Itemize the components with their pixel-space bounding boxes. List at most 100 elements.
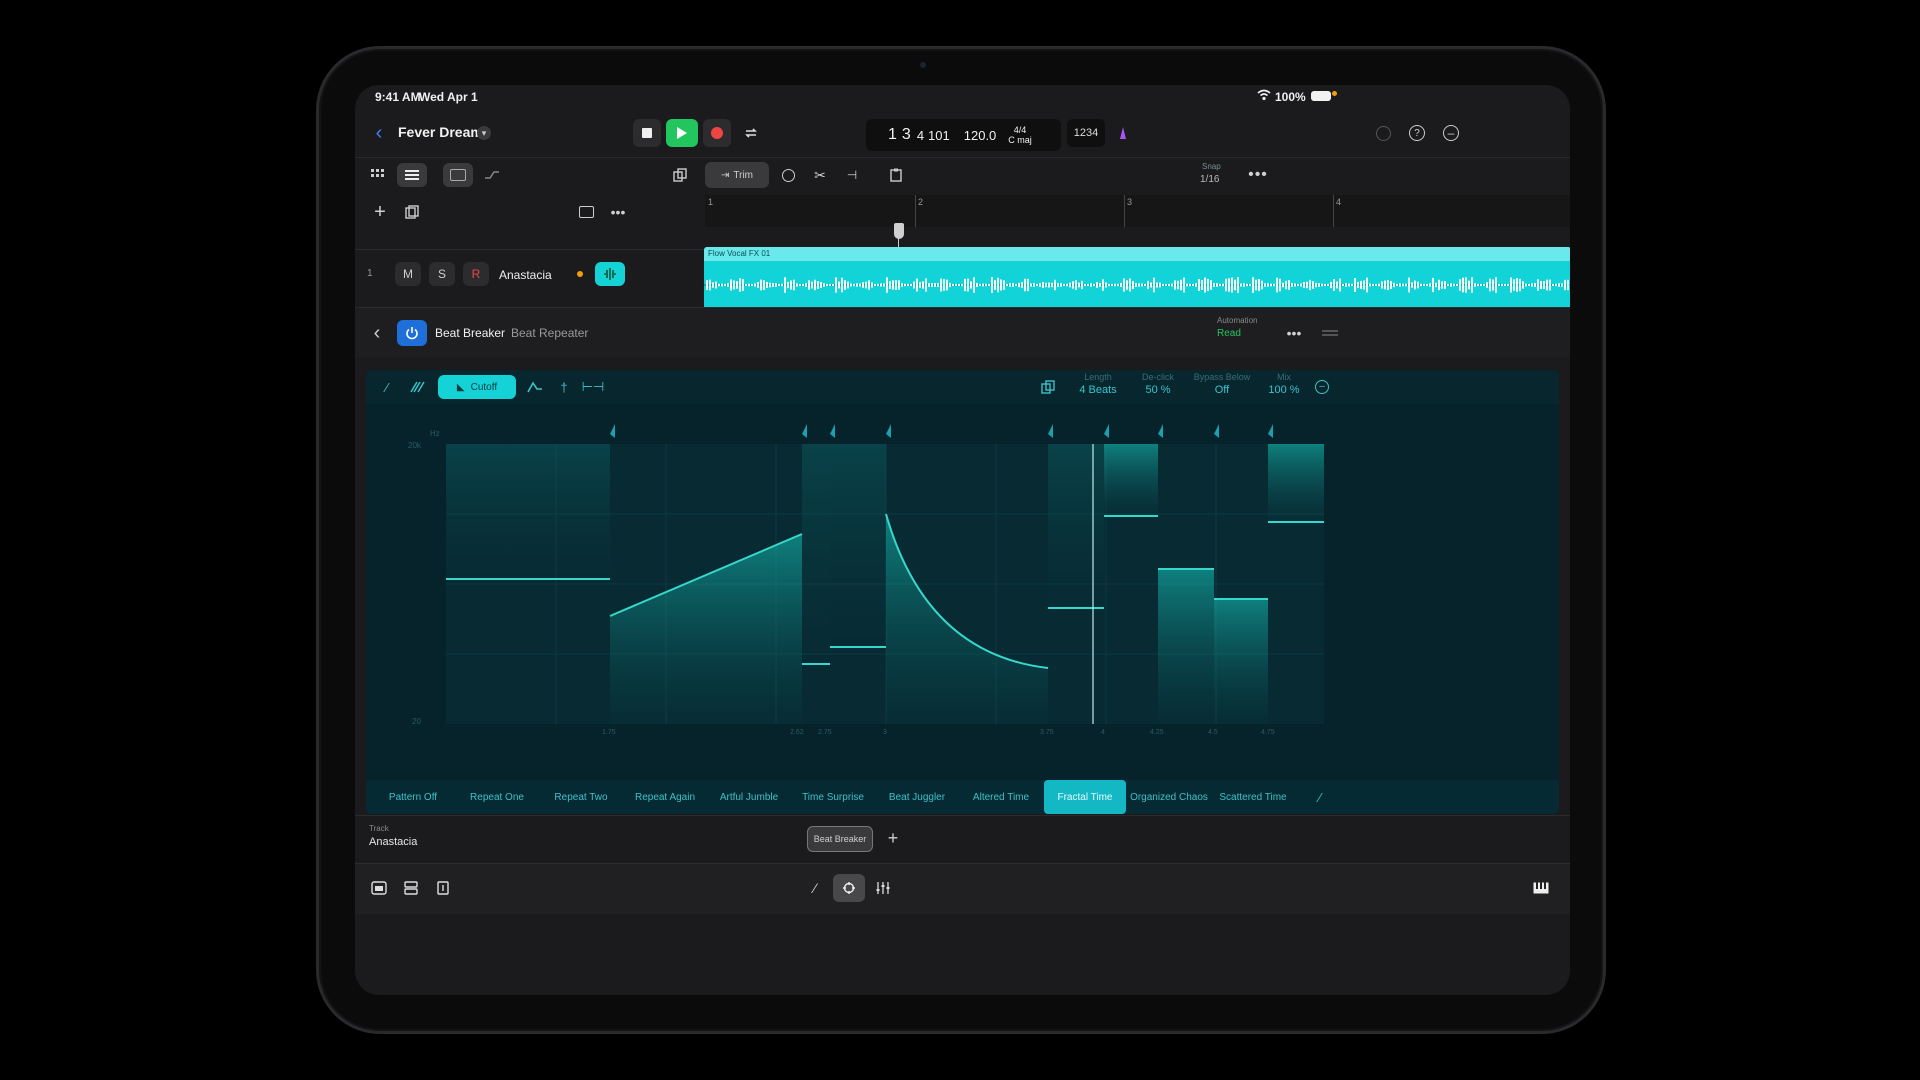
line-tool-icon[interactable] [404,376,434,398]
waveform-bar [1390,281,1392,289]
playhead-handle[interactable] [894,223,904,239]
cycle-icon[interactable] [737,119,765,147]
add-track-icon[interactable]: + [369,201,391,223]
waveform-bar [727,283,729,287]
duplicate-track-icon[interactable] [401,201,423,223]
join-icon[interactable]: ⊣ [839,163,865,187]
record-button[interactable] [703,119,731,147]
stop-button[interactable] [633,119,661,147]
preset-button-active[interactable]: Fractal Time [1044,780,1126,814]
plugin-power-icon[interactable] [397,320,427,346]
automation-mode[interactable]: Read [1217,328,1241,339]
more-icon[interactable]: ••• [1245,163,1271,187]
preset-button[interactable]: Time Surprise [792,780,874,814]
envelope-tool-icon[interactable] [522,376,548,398]
param-declick[interactable]: De-click 50 % [1132,372,1184,396]
waveform-bar [946,279,948,291]
preset-button[interactable]: Repeat Two [540,780,622,814]
preset-button[interactable]: Organized Chaos [1128,780,1210,814]
add-plugin-button[interactable]: + [881,826,905,850]
scissors-icon[interactable]: ✂ [807,163,833,187]
inspector-icon[interactable] [443,163,473,187]
copy-icon[interactable] [667,163,693,187]
minimize-icon[interactable]: – [1439,121,1463,145]
track-header[interactable]: 1 M S R Anastacia [355,249,705,306]
plugin-more-icon[interactable]: ••• [1281,322,1307,344]
cutoff-editor[interactable]: Hz 20k 20 1.75 2.62 2.75 3 3.75 4 4.25 4… [366,404,1559,780]
waveform-bar [1561,283,1563,287]
pitch-tool-icon[interactable]: † [552,376,576,398]
track-more-icon[interactable]: ••• [607,201,629,223]
waveform-bar [1333,279,1335,291]
status-bar: 9:41 AM Wed Apr 1 100% [355,85,1570,109]
waveform-bar [880,283,882,287]
preset-button[interactable]: Repeat One [456,780,538,814]
waveform-bar [1273,283,1275,287]
waveform-bar [991,277,993,293]
waveform-bar [1009,283,1011,287]
automation-icon[interactable] [479,163,505,187]
grid-view-icon[interactable] [365,163,391,187]
param-bypass-below[interactable]: Bypass Below Off [1190,372,1254,396]
preset-button[interactable]: Artful Jumble [708,780,790,814]
cutoff-mode-button[interactable]: ◣ Cutoff [438,375,516,399]
snap-value[interactable]: 1/16 [1200,174,1219,185]
stretch-tool-icon[interactable]: ⊢⊣ [580,376,606,398]
plugin-resize-handle-icon[interactable] [1317,322,1343,344]
preset-button[interactable]: Pattern Off [372,780,454,814]
waveform-bar [1015,284,1017,286]
waveform-bar [1558,283,1560,287]
waveform-bar [1315,282,1317,288]
param-length-label: Length [1084,372,1112,382]
play-button[interactable] [666,119,698,147]
keyboard-icon[interactable] [1529,876,1553,900]
region-header [704,247,1570,261]
waveform-bar [1267,283,1269,287]
audio-region[interactable]: Flow Vocal FX 01 [704,247,1570,309]
tracks-view-icon[interactable] [397,163,427,187]
record-arm-button[interactable]: R [463,262,489,286]
edit-pencil-icon[interactable]: ⁄ [803,876,827,900]
plugins-view-icon[interactable] [833,874,865,902]
solo-button[interactable]: S [429,262,455,286]
count-in-button[interactable]: 1234 [1067,119,1105,147]
metronome-icon[interactable] [1109,119,1137,147]
plugin-minimize-icon[interactable]: – [1310,376,1334,398]
plugin-copy-icon[interactable] [1036,376,1060,398]
project-title[interactable]: Fever Dream [398,124,483,140]
param-mix[interactable]: Mix 100 % [1258,372,1310,396]
mute-button[interactable]: M [395,262,421,286]
preset-edit-icon[interactable]: ⁄ [1300,780,1340,814]
preset-button[interactable]: Repeat Again [624,780,706,814]
plugin-tab-beat-breaker[interactable]: Beat Breaker [807,826,873,852]
project-menu-chevron-icon[interactable]: ▾ [477,126,491,140]
plugin-back-chevron-icon[interactable]: ‹ [365,321,389,345]
param-length[interactable]: Length 4 Beats [1072,372,1124,396]
preset-button[interactable]: Altered Time [960,780,1042,814]
browser-icon[interactable] [367,876,391,900]
mixer-channel-icon[interactable] [399,876,423,900]
lcd-display[interactable]: 1 3 4 101 120.0 4/4 C maj [866,119,1061,151]
track-folder-icon[interactable] [575,201,597,223]
back-chevron-icon[interactable]: ‹ [367,121,391,145]
waveform-bar [1282,282,1284,288]
x-tick: 4.25 [1150,729,1164,736]
track-icon-waveform-icon[interactable] [595,262,625,286]
waveform-bar [1147,280,1149,290]
plugin-preset-name[interactable]: Beat Repeater [511,326,588,340]
info-panel-icon[interactable] [431,876,455,900]
paste-icon[interactable] [883,163,909,187]
waveform-bar [853,283,855,287]
waveform-bar [1045,282,1047,288]
waveform-bar [1195,283,1197,287]
trim-tool-button[interactable]: ⇥ Trim [705,162,769,188]
preset-button[interactable]: Beat Juggler [876,780,958,814]
timeline-ruler[interactable]: 1 2 3 4 [705,195,1570,227]
track-name[interactable]: Anastacia [499,268,552,282]
preset-button[interactable]: Scattered Time [1212,780,1294,814]
mixer-faders-icon[interactable] [871,876,895,900]
settings-dial-icon[interactable] [1371,121,1395,145]
loop-tool-icon[interactable] [775,163,801,187]
pencil-tool-icon[interactable]: ⁄ [374,376,400,398]
help-icon[interactable]: ? [1405,121,1429,145]
